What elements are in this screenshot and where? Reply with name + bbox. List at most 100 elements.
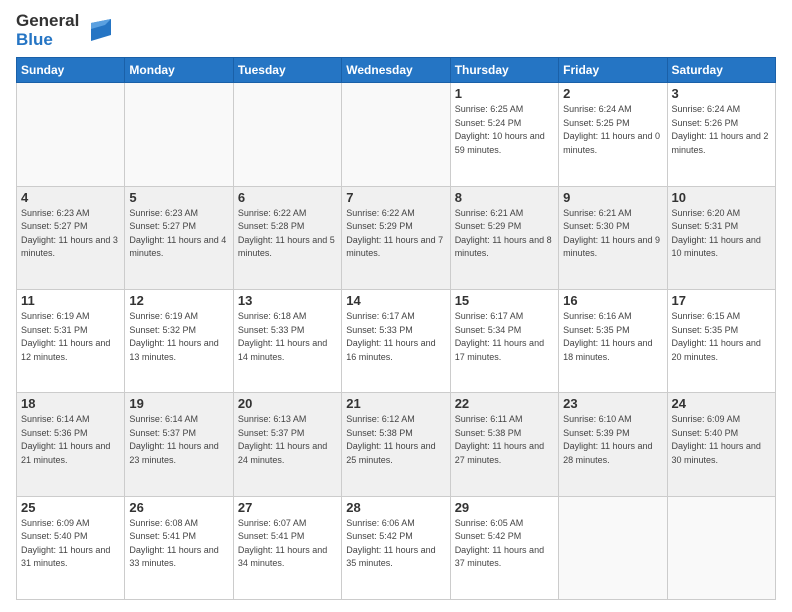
calendar-cell [342, 83, 450, 186]
calendar-cell: 23 Sunrise: 6:10 AM Sunset: 5:39 PM Dayli… [559, 393, 667, 496]
day-number: 7 [346, 190, 445, 205]
day-info: Sunrise: 6:20 AM Sunset: 5:31 PM Dayligh… [672, 207, 771, 261]
day-info: Sunrise: 6:15 AM Sunset: 5:35 PM Dayligh… [672, 310, 771, 364]
day-number: 12 [129, 293, 228, 308]
day-info: Sunrise: 6:17 AM Sunset: 5:33 PM Dayligh… [346, 310, 445, 364]
day-number: 21 [346, 396, 445, 411]
day-info: Sunrise: 6:08 AM Sunset: 5:41 PM Dayligh… [129, 517, 228, 571]
calendar-cell: 29Sunrise: 6:05 AM Sunset: 5:42 PM Dayli… [450, 496, 558, 599]
day-number: 11 [21, 293, 120, 308]
day-number: 8 [455, 190, 554, 205]
col-header-saturday: Saturday [667, 58, 775, 83]
calendar-cell: 14 Sunrise: 6:17 AM Sunset: 5:33 PM Dayli… [342, 290, 450, 393]
calendar-cell: 3 Sunrise: 6:24 AM Sunset: 5:26 PM Daylig… [667, 83, 775, 186]
col-header-thursday: Thursday [450, 58, 558, 83]
day-number: 28 [346, 500, 445, 515]
calendar-cell [233, 83, 341, 186]
day-info: Sunrise: 6:14 AM Sunset: 5:37 PM Dayligh… [129, 413, 228, 467]
calendar-cell: 19 Sunrise: 6:14 AM Sunset: 5:37 PM Dayli… [125, 393, 233, 496]
logo-general: General [16, 12, 79, 31]
calendar-cell: 21 Sunrise: 6:12 AM Sunset: 5:38 PM Dayli… [342, 393, 450, 496]
day-number: 23 [563, 396, 662, 411]
day-info: Sunrise: 6:14 AM Sunset: 5:36 PM Dayligh… [21, 413, 120, 467]
day-number: 29 [455, 500, 554, 515]
day-info: Sunrise: 6:06 AM Sunset: 5:42 PM Dayligh… [346, 517, 445, 571]
day-info: Sunrise: 6:13 AM Sunset: 5:37 PM Dayligh… [238, 413, 337, 467]
day-info: Sunrise: 6:11 AM Sunset: 5:38 PM Dayligh… [455, 413, 554, 467]
day-info: Sunrise: 6:16 AM Sunset: 5:35 PM Dayligh… [563, 310, 662, 364]
day-info: Sunrise: 6:09 AM Sunset: 5:40 PM Dayligh… [672, 413, 771, 467]
calendar-cell: 17 Sunrise: 6:15 AM Sunset: 5:35 PM Dayli… [667, 290, 775, 393]
calendar-cell [667, 496, 775, 599]
day-number: 13 [238, 293, 337, 308]
calendar-cell: 20 Sunrise: 6:13 AM Sunset: 5:37 PM Dayli… [233, 393, 341, 496]
day-info: Sunrise: 6:21 AM Sunset: 5:29 PM Dayligh… [455, 207, 554, 261]
day-number: 9 [563, 190, 662, 205]
day-number: 2 [563, 86, 662, 101]
calendar-cell: 8 Sunrise: 6:21 AM Sunset: 5:29 PM Daylig… [450, 186, 558, 289]
calendar-cell: 26 Sunrise: 6:08 AM Sunset: 5:41 PM Dayli… [125, 496, 233, 599]
calendar-cell: 16 Sunrise: 6:16 AM Sunset: 5:35 PM Dayli… [559, 290, 667, 393]
calendar-table: SundayMondayTuesdayWednesdayThursdayFrid… [16, 57, 776, 600]
day-number: 27 [238, 500, 337, 515]
day-number: 20 [238, 396, 337, 411]
calendar-cell: 11 Sunrise: 6:19 AM Sunset: 5:31 PM Dayli… [17, 290, 125, 393]
col-header-monday: Monday [125, 58, 233, 83]
day-info: Sunrise: 6:09 AM Sunset: 5:40 PM Dayligh… [21, 517, 120, 571]
day-info: Sunrise: 6:22 AM Sunset: 5:29 PM Dayligh… [346, 207, 445, 261]
calendar-cell: 22 Sunrise: 6:11 AM Sunset: 5:38 PM Dayli… [450, 393, 558, 496]
day-number: 5 [129, 190, 228, 205]
day-number: 25 [21, 500, 120, 515]
calendar-cell: 13 Sunrise: 6:18 AM Sunset: 5:33 PM Dayli… [233, 290, 341, 393]
day-number: 19 [129, 396, 228, 411]
calendar-cell: 5 Sunrise: 6:23 AM Sunset: 5:27 PM Daylig… [125, 186, 233, 289]
day-number: 10 [672, 190, 771, 205]
day-info: Sunrise: 6:19 AM Sunset: 5:32 PM Dayligh… [129, 310, 228, 364]
day-number: 18 [21, 396, 120, 411]
day-number: 6 [238, 190, 337, 205]
day-info: Sunrise: 6:25 AM Sunset: 5:24 PM Dayligh… [455, 103, 554, 157]
col-header-wednesday: Wednesday [342, 58, 450, 83]
day-info: Sunrise: 6:07 AM Sunset: 5:41 PM Dayligh… [238, 517, 337, 571]
calendar-cell: 28 Sunrise: 6:06 AM Sunset: 5:42 PM Dayli… [342, 496, 450, 599]
calendar-cell: 10 Sunrise: 6:20 AM Sunset: 5:31 PM Dayli… [667, 186, 775, 289]
calendar-cell: 27 Sunrise: 6:07 AM Sunset: 5:41 PM Dayli… [233, 496, 341, 599]
day-info: Sunrise: 6:24 AM Sunset: 5:26 PM Dayligh… [672, 103, 771, 157]
col-header-tuesday: Tuesday [233, 58, 341, 83]
day-info: Sunrise: 6:17 AM Sunset: 5:34 PM Dayligh… [455, 310, 554, 364]
col-header-friday: Friday [559, 58, 667, 83]
day-info: Sunrise: 6:19 AM Sunset: 5:31 PM Dayligh… [21, 310, 120, 364]
calendar-cell: 12 Sunrise: 6:19 AM Sunset: 5:32 PM Dayli… [125, 290, 233, 393]
day-info: Sunrise: 6:10 AM Sunset: 5:39 PM Dayligh… [563, 413, 662, 467]
calendar-cell: 1 Sunrise: 6:25 AM Sunset: 5:24 PM Daylig… [450, 83, 558, 186]
calendar-cell: 24Sunrise: 6:09 AM Sunset: 5:40 PM Dayli… [667, 393, 775, 496]
day-number: 16 [563, 293, 662, 308]
page: General Blue SundayMondayTuesdayWednesda… [0, 0, 792, 612]
day-info: Sunrise: 6:22 AM Sunset: 5:28 PM Dayligh… [238, 207, 337, 261]
header: General Blue [16, 12, 776, 49]
calendar-cell: 6 Sunrise: 6:22 AM Sunset: 5:28 PM Daylig… [233, 186, 341, 289]
logo-blue: Blue [16, 31, 79, 50]
day-info: Sunrise: 6:18 AM Sunset: 5:33 PM Dayligh… [238, 310, 337, 364]
day-number: 14 [346, 293, 445, 308]
day-number: 3 [672, 86, 771, 101]
calendar-cell: 9 Sunrise: 6:21 AM Sunset: 5:30 PM Daylig… [559, 186, 667, 289]
day-number: 15 [455, 293, 554, 308]
day-number: 22 [455, 396, 554, 411]
day-number: 26 [129, 500, 228, 515]
day-info: Sunrise: 6:23 AM Sunset: 5:27 PM Dayligh… [21, 207, 120, 261]
day-number: 17 [672, 293, 771, 308]
day-number: 1 [455, 86, 554, 101]
calendar-cell: 15 Sunrise: 6:17 AM Sunset: 5:34 PM Dayli… [450, 290, 558, 393]
day-info: Sunrise: 6:21 AM Sunset: 5:30 PM Dayligh… [563, 207, 662, 261]
logo: General Blue [16, 12, 113, 49]
calendar-cell [17, 83, 125, 186]
day-info: Sunrise: 6:12 AM Sunset: 5:38 PM Dayligh… [346, 413, 445, 467]
calendar-cell: 7 Sunrise: 6:22 AM Sunset: 5:29 PM Daylig… [342, 186, 450, 289]
calendar-cell: 25 Sunrise: 6:09 AM Sunset: 5:40 PM Dayli… [17, 496, 125, 599]
col-header-sunday: Sunday [17, 58, 125, 83]
day-info: Sunrise: 6:23 AM Sunset: 5:27 PM Dayligh… [129, 207, 228, 261]
calendar-cell [559, 496, 667, 599]
calendar-cell: 4 Sunrise: 6:23 AM Sunset: 5:27 PM Daylig… [17, 186, 125, 289]
day-number: 4 [21, 190, 120, 205]
